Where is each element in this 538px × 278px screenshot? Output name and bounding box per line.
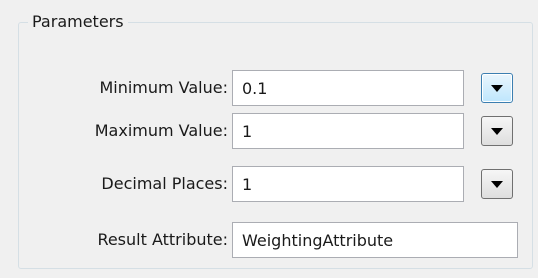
decimal-places-label: Decimal Places: bbox=[101, 174, 228, 193]
minimum-value-dropdown-button[interactable] bbox=[481, 73, 513, 103]
chevron-down-icon bbox=[491, 128, 503, 135]
decimal-places-field[interactable] bbox=[232, 166, 464, 202]
result-attribute-label: Result Attribute: bbox=[97, 230, 228, 249]
result-attribute-field[interactable] bbox=[232, 222, 518, 258]
decimal-places-dropdown-button[interactable] bbox=[481, 169, 513, 199]
minimum-value-label: Minimum Value: bbox=[99, 78, 228, 97]
maximum-value-label: Maximum Value: bbox=[94, 121, 228, 140]
chevron-down-icon bbox=[491, 85, 503, 92]
maximum-value-dropdown-button[interactable] bbox=[481, 116, 513, 146]
maximum-value-field[interactable] bbox=[232, 113, 464, 149]
group-title: Parameters bbox=[28, 12, 128, 32]
minimum-value-field[interactable] bbox=[232, 70, 464, 106]
chevron-down-icon bbox=[491, 181, 503, 188]
